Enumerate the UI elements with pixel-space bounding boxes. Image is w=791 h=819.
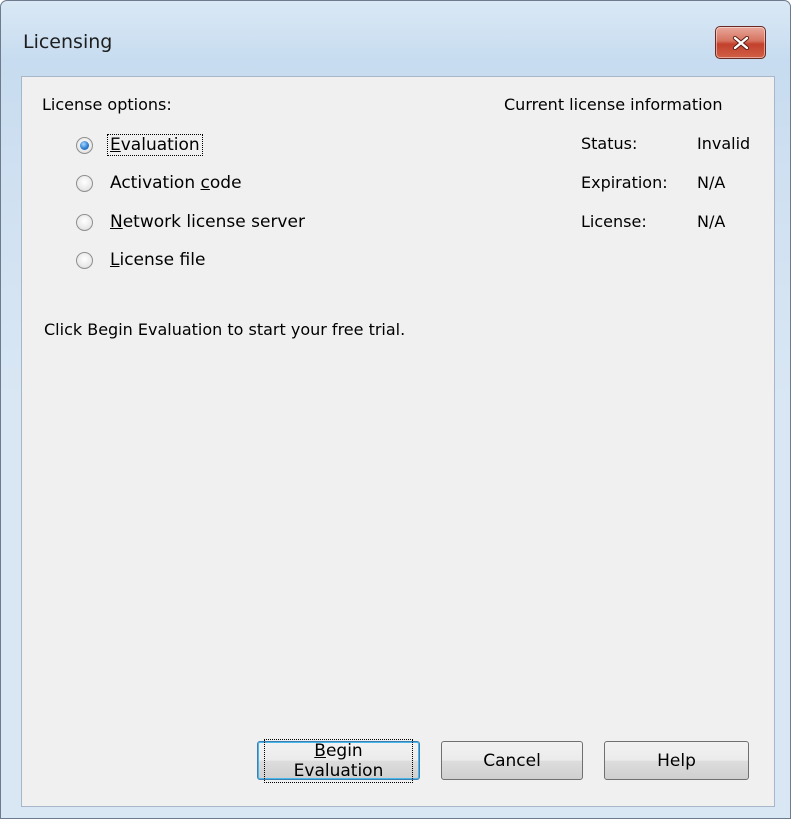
cancel-button[interactable]: Cancel: [441, 741, 583, 780]
radio-label-evaluation: Evaluation: [107, 134, 203, 156]
close-button[interactable]: [715, 26, 766, 59]
license-value: N/A: [697, 212, 726, 231]
radio-button[interactable]: [76, 251, 93, 269]
status-value: Invalid: [697, 134, 751, 153]
window-title: Licensing: [23, 31, 113, 53]
close-icon: [732, 35, 749, 50]
radio-label-network-license-server: Network license server: [110, 212, 305, 232]
radio-button[interactable]: [76, 174, 93, 192]
instruction-text: Click Begin Evaluation to start your fre…: [44, 320, 406, 339]
licensing-dialog: Licensing License options: Evaluation Ac…: [0, 0, 791, 819]
radio-network-license-server[interactable]: Network license server: [76, 212, 305, 232]
radio-button-checked[interactable]: [76, 136, 93, 154]
radio-label-activation-code: Activation code: [110, 173, 242, 193]
begin-evaluation-button[interactable]: Begin Evaluation: [257, 738, 420, 783]
dialog-content: License options: Evaluation Activation c…: [21, 76, 775, 807]
begin-evaluation-label: Begin Evaluation: [264, 738, 413, 783]
expiration-value: N/A: [697, 173, 726, 192]
status-label: Status:: [581, 134, 638, 153]
title-bar[interactable]: Licensing: [1, 1, 790, 77]
license-label: License:: [581, 212, 647, 231]
current-license-heading: Current license information: [504, 95, 723, 114]
radio-label-license-file: License file: [110, 250, 206, 270]
radio-evaluation[interactable]: Evaluation: [76, 134, 203, 156]
radio-button[interactable]: [76, 213, 93, 231]
radio-activation-code[interactable]: Activation code: [76, 173, 242, 193]
help-button[interactable]: Help: [604, 741, 749, 780]
expiration-label: Expiration:: [581, 173, 668, 192]
radio-license-file[interactable]: License file: [76, 250, 205, 270]
license-options-heading: License options:: [42, 95, 172, 114]
